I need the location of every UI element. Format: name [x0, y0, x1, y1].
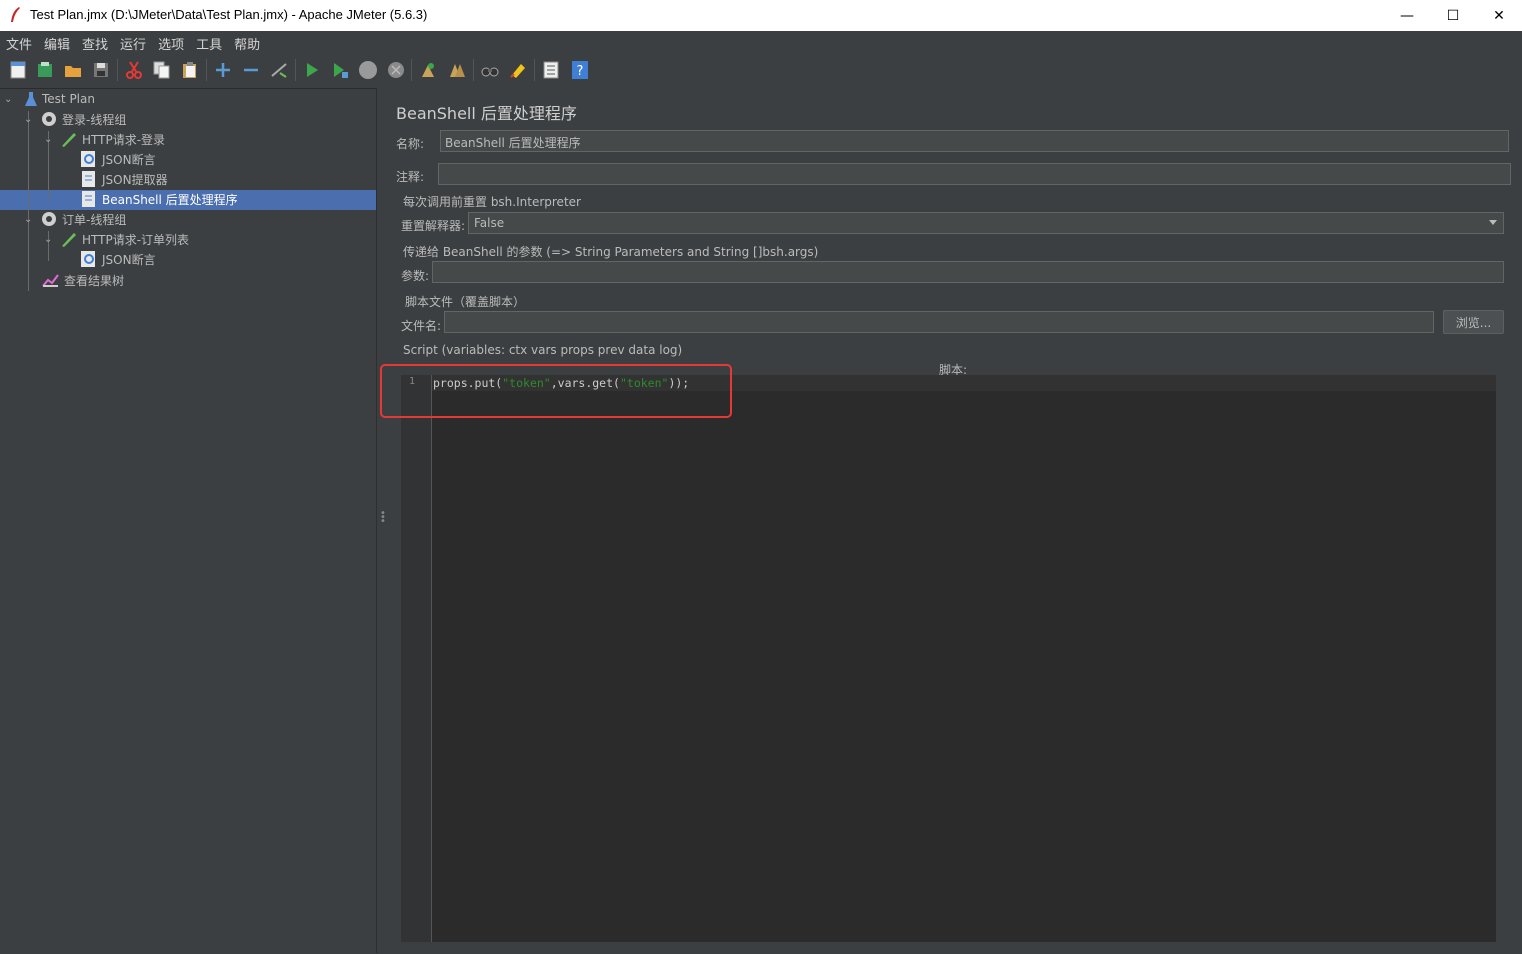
svg-text:?: ? [577, 64, 584, 79]
parameters-field[interactable] [432, 261, 1504, 283]
page-title: BeanShell 后置处理程序 [396, 104, 577, 123]
stop-icon[interactable] [357, 59, 379, 81]
menu-options[interactable]: 选项 [152, 31, 190, 53]
parameters-group-title: 传递给 BeanShell 的参数 (=> String Parameters … [403, 245, 819, 259]
tree-item-http-login[interactable]: ⌄ HTTP请求-登录 [44, 129, 165, 149]
templates-icon[interactable] [34, 59, 56, 81]
chevron-down-icon[interactable] [1489, 220, 1497, 225]
reset-interpreter-value: False [474, 216, 505, 230]
comment-label: 注释: [396, 170, 425, 184]
tree-item-view-results-tree[interactable]: 查看结果树 [42, 270, 124, 290]
menu-edit[interactable]: 编辑 [38, 31, 76, 53]
parameters-label: 参数: [401, 269, 430, 283]
tree-item-http-order-list[interactable]: ⌄ HTTP请求-订单列表 [44, 229, 189, 249]
name-field[interactable]: BeanShell 后置处理程序 [440, 130, 1509, 152]
filename-field[interactable] [444, 311, 1434, 333]
shutdown-icon[interactable] [385, 59, 407, 81]
function-helper-icon[interactable] [540, 59, 562, 81]
chevron-down-icon[interactable]: ⌄ [44, 134, 54, 145]
toolbar: ? [0, 53, 1522, 87]
paste-icon[interactable] [179, 59, 201, 81]
script-group-title: Script (variables: ctx vars props prev d… [403, 343, 683, 357]
menu-run[interactable]: 运行 [114, 31, 152, 53]
save-icon[interactable] [90, 59, 112, 81]
window-title: Test Plan.jmx (D:\JMeter\Data\Test Plan.… [30, 7, 428, 22]
menu-bar: 文件 编辑 查找 运行 选项 工具 帮助 [0, 31, 1522, 53]
test-plan-flask-icon [25, 92, 37, 106]
tree-item-login-thread-group[interactable]: ⌄ 登录-线程组 [24, 109, 126, 129]
clear-icon[interactable] [417, 59, 439, 81]
tree-item-json-extractor[interactable]: JSON提取器 [80, 169, 168, 189]
expand-icon[interactable] [212, 59, 234, 81]
tree-item-json-assertion[interactable]: JSON断言 [80, 149, 156, 169]
toolbar-separator [295, 59, 296, 81]
jmeter-feather-icon [11, 7, 20, 22]
chevron-down-icon[interactable]: ⌄ [24, 214, 34, 225]
splitter-grip-icon[interactable]: • • • [380, 509, 386, 527]
title-bar: Test Plan.jmx (D:\JMeter\Data\Test Plan.… [0, 0, 1522, 31]
thread-group-gear-icon [42, 212, 56, 226]
menu-tools[interactable]: 工具 [190, 31, 228, 53]
editor-scrollbar[interactable] [1496, 375, 1506, 942]
tree-item-beanshell-postprocessor[interactable]: BeanShell 后置处理程序 [80, 189, 238, 209]
clear-all-icon[interactable] [446, 59, 468, 81]
search-icon[interactable] [479, 59, 501, 81]
menu-help[interactable]: 帮助 [228, 31, 266, 53]
extractor-document-icon [82, 171, 95, 187]
reset-interpreter-select[interactable]: False [468, 212, 1504, 234]
line-number-gutter: 1 [401, 375, 432, 942]
collapse-icon[interactable] [240, 59, 262, 81]
toolbar-separator [473, 59, 474, 81]
name-label: 名称: [396, 137, 425, 151]
start-no-pauses-icon[interactable] [329, 59, 351, 81]
chevron-down-icon[interactable]: ⌄ [24, 114, 34, 125]
postprocessor-document-icon [82, 191, 95, 207]
http-sampler-pen-icon [62, 233, 76, 247]
toolbar-separator [117, 59, 118, 81]
new-icon[interactable] [7, 59, 29, 81]
menu-file[interactable]: 文件 [0, 31, 38, 53]
http-sampler-pen-icon [62, 133, 76, 147]
tree-item-json-assertion-2[interactable]: JSON断言 [80, 249, 156, 269]
start-icon[interactable] [301, 59, 323, 81]
test-plan-tree: ⌄ Test Plan ⌄ 登录-线程组 ⌄ HTTP请求-登录 JSON断言 … [0, 88, 376, 954]
toolbar-separator [411, 59, 412, 81]
comment-field[interactable] [438, 163, 1511, 185]
tree-guide-line [28, 111, 29, 291]
toggle-icon[interactable] [268, 59, 290, 81]
filename-label: 文件名: [401, 319, 442, 333]
script-file-group-title: 脚本文件（覆盖脚本） [405, 295, 526, 309]
tree-item-test-plan[interactable]: ⌄ Test Plan [4, 89, 95, 109]
menu-search[interactable]: 查找 [76, 31, 114, 53]
tree-item-order-thread-group[interactable]: ⌄ 订单-线程组 [24, 209, 126, 229]
reset-interpreter-label: 重置解释器: [401, 219, 466, 233]
thread-group-gear-icon [42, 112, 56, 126]
toolbar-separator [206, 59, 207, 81]
reset-interpreter-group-title: 每次调用前重置 bsh.Interpreter [403, 195, 581, 209]
help-icon[interactable]: ? [569, 59, 591, 81]
copy-icon[interactable] [151, 59, 173, 81]
toolbar-separator [534, 59, 535, 81]
assertion-magnifier-icon [81, 251, 95, 267]
assertion-magnifier-icon [81, 151, 95, 167]
annotation-highlight-box [380, 364, 732, 418]
reset-search-icon[interactable] [507, 59, 529, 81]
browse-button[interactable]: 浏览... [1443, 310, 1504, 334]
chevron-down-icon[interactable]: ⌄ [4, 94, 14, 105]
open-icon[interactable] [62, 59, 84, 81]
cut-icon[interactable] [123, 59, 145, 81]
maximize-button[interactable]: ☐ [1430, 0, 1476, 31]
minimize-button[interactable]: — [1384, 0, 1430, 31]
panel-splitter[interactable]: • • • [376, 88, 387, 953]
listener-chart-icon [42, 274, 59, 287]
script-editor[interactable]: 1 props.put("token",vars.get("token")); [401, 375, 1506, 942]
close-button[interactable]: ✕ [1476, 0, 1522, 31]
chevron-down-icon[interactable]: ⌄ [44, 234, 54, 245]
